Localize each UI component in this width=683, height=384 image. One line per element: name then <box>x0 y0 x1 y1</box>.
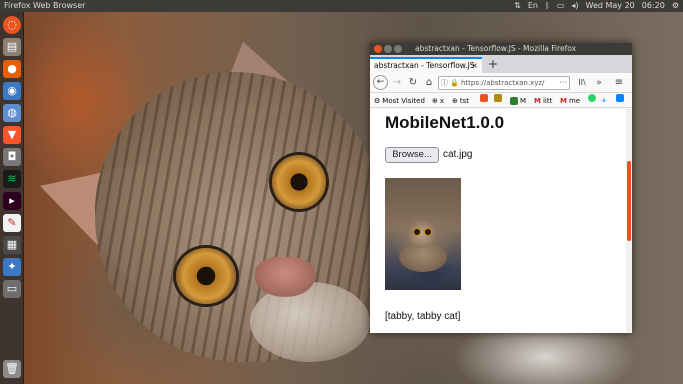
wallpaper-cat-eye-left <box>176 248 236 304</box>
window-maximize-button[interactable] <box>394 45 402 53</box>
volume-icon[interactable]: ◂) <box>571 0 578 12</box>
url-text[interactable]: https://abstractxan.xyz/ <box>461 77 544 89</box>
bookmark-favicon-icon <box>510 97 518 105</box>
url-bar[interactable]: ⓘ 🔒 https://abstractxan.xyz/ ··· <box>438 76 570 90</box>
bookmark-favicon-icon <box>494 94 502 102</box>
network-icon[interactable]: ⇅ <box>514 0 521 12</box>
browser-icon[interactable]: ◍ <box>3 104 21 122</box>
bookmark-label: Most Visited <box>382 97 425 105</box>
panel-time[interactable]: 06:20 <box>642 0 665 12</box>
bookmark-most-visited[interactable]: ⚙ Most Visited <box>374 94 425 107</box>
launcher: ◌ ▤ ● ◉ ◍ ▼ ◘ ≋ ▸ ✎ ▦ ✦ ▭ 🗑 <box>0 12 24 384</box>
bookmark-whatsapp[interactable] <box>588 94 596 102</box>
back-arrow-icon[interactable]: ← <box>373 75 388 90</box>
navigation-toolbar: ← → ↻ ⌂ ⓘ 🔒 https://abstractxan.xyz/ ···… <box>370 73 632 93</box>
preview-cat-eye-left <box>414 229 420 235</box>
page-title: MobileNet1.0.0 <box>385 113 505 132</box>
page-content: MobileNet1.0.0 Browse... cat.jpg [tabby,… <box>370 109 632 333</box>
wallpaper-cat-eye-right <box>272 155 326 209</box>
page-actions-icon[interactable]: ··· <box>559 77 567 89</box>
library-icon[interactable]: II\ <box>575 75 589 91</box>
window-close-button[interactable] <box>374 45 382 53</box>
top-panel: Firefox Web Browser ⇅ En ᛒ ▭ ◂) Wed May … <box>0 0 683 12</box>
firefox-window: abstractxan - Tensorflow.JS - Mozilla Fi… <box>370 43 632 333</box>
bookmark-blue[interactable] <box>616 94 624 102</box>
bookmark-tst[interactable]: ⊕ tst <box>452 94 470 107</box>
gear-icon: ⚙ <box>374 97 381 105</box>
bookmark-amber[interactable] <box>494 94 502 102</box>
panel-indicators: ⇅ En ᛒ ▭ ◂) Wed May 20 06:20 ⚙ <box>514 0 679 12</box>
cat-preview-image <box>385 178 461 290</box>
drive-icon[interactable]: ▭ <box>3 280 21 298</box>
window-titlebar[interactable]: abstractxan - Tensorflow.JS - Mozilla Fi… <box>370 43 632 55</box>
wallpaper-cat-nose <box>255 257 315 297</box>
files-icon[interactable]: ▤ <box>3 38 21 56</box>
wallpaper-cat-muzzle <box>250 282 370 362</box>
window-title: abstractxan - Tensorflow.JS - Mozilla Fi… <box>415 44 577 53</box>
bookmark-favicon-icon <box>616 94 624 102</box>
bookmark-label: x <box>439 97 445 105</box>
tab-label: abstractxan - Tensorflow.JS <box>374 61 475 70</box>
twitter-icon: ✈ <box>601 97 607 105</box>
software-icon[interactable]: ◉ <box>3 82 21 100</box>
keyboard-icon[interactable]: En <box>528 0 538 12</box>
tab-strip: abstractxan - Tensorflow.JS × + <box>370 55 632 73</box>
brave-icon[interactable]: ▼ <box>3 126 21 144</box>
globe-icon: ⊕ <box>432 97 438 105</box>
whatsapp-icon <box>588 94 596 102</box>
bookmark-me[interactable]: M me <box>560 94 581 107</box>
trash-icon[interactable]: 🗑 <box>3 360 21 378</box>
bookmark-label: me <box>568 97 581 105</box>
tab-close-icon[interactable]: × <box>471 59 478 72</box>
bookmark-label: iitt <box>542 97 553 105</box>
terminal-icon[interactable]: ▸ <box>3 192 21 210</box>
bookmark-m[interactable]: M <box>510 94 527 107</box>
preview-cat-head <box>407 220 437 248</box>
panel-app-title: Firefox Web Browser <box>4 1 86 10</box>
preview-cat-eye-right <box>425 229 431 235</box>
screenshot-icon[interactable]: ◘ <box>3 148 21 166</box>
bookmarks-toolbar: ⚙ Most Visited ⊕ x ⊕ tst M M iitt M me ✈ <box>370 94 632 108</box>
scrollbar-thumb[interactable] <box>627 161 631 241</box>
dash-icon[interactable]: ◌ <box>3 16 21 34</box>
selected-file-name: cat.jpg <box>443 149 473 160</box>
new-tab-button[interactable]: + <box>488 56 498 72</box>
browse-button[interactable]: Browse... <box>385 147 439 163</box>
lock-icon[interactable]: 🔒 <box>450 77 459 89</box>
forward-arrow-icon[interactable]: → <box>390 75 404 91</box>
bookmark-red[interactable] <box>480 94 488 102</box>
store-icon[interactable]: ✦ <box>3 258 21 276</box>
system-menu-icon[interactable]: ⚙ <box>672 0 679 12</box>
info-icon[interactable]: ⓘ <box>441 77 448 89</box>
spotify-icon[interactable]: ≋ <box>3 170 21 188</box>
gmail-icon: M <box>560 97 567 105</box>
bookmark-favicon-icon <box>480 94 488 102</box>
globe-icon: ⊕ <box>452 97 458 105</box>
text-editor-icon[interactable]: ✎ <box>3 214 21 232</box>
bookmark-x[interactable]: ⊕ x <box>432 94 445 107</box>
bookmark-label: tst <box>459 97 470 105</box>
gmail-icon: M <box>534 97 541 105</box>
overflow-chevron-icon[interactable]: » <box>592 75 606 91</box>
bookmark-label: M <box>520 97 527 105</box>
panel-clock[interactable]: Wed May 20 <box>586 0 635 12</box>
home-icon[interactable]: ⌂ <box>422 75 436 91</box>
bluetooth-icon[interactable]: ᛒ <box>545 0 550 12</box>
prediction-result: [tabby, tabby cat] <box>385 311 461 322</box>
battery-icon[interactable]: ▭ <box>557 0 565 12</box>
hamburger-menu-icon[interactable]: ≡ <box>612 75 626 91</box>
workspace-switcher-icon[interactable]: ▦ <box>3 236 21 254</box>
bookmark-twitter[interactable]: ✈ <box>601 94 607 107</box>
bookmark-iitt[interactable]: M iitt <box>534 94 553 107</box>
window-minimize-button[interactable] <box>384 45 392 53</box>
tab-abstractxan[interactable]: abstractxan - Tensorflow.JS × <box>370 57 482 73</box>
firefox-icon[interactable]: ● <box>3 60 21 78</box>
reload-icon[interactable]: ↻ <box>406 75 420 91</box>
